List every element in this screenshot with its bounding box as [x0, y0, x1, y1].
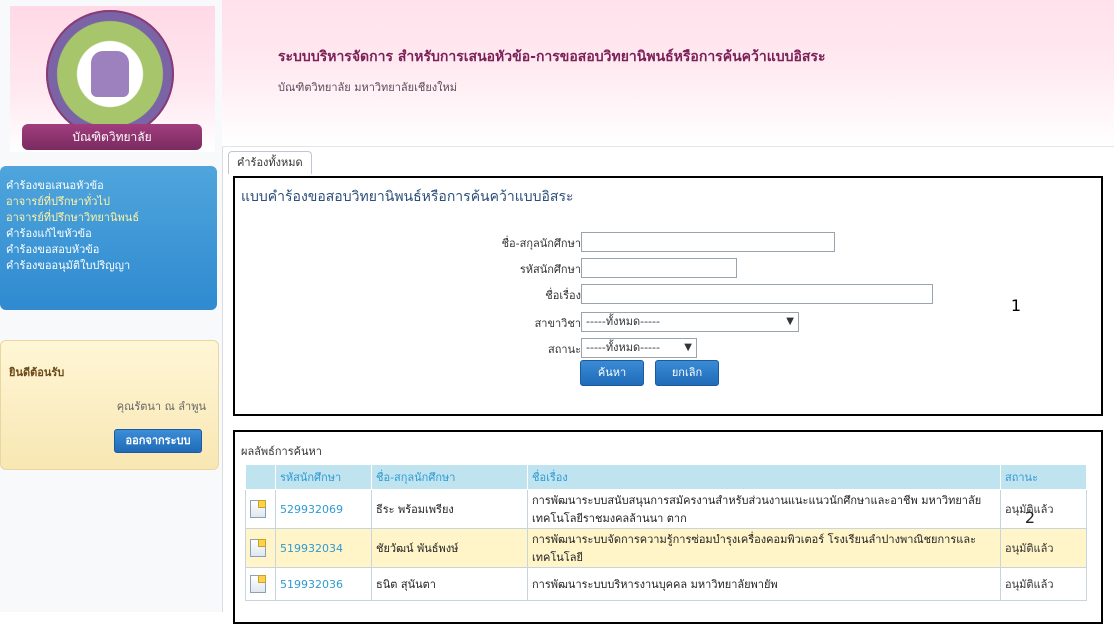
university-logo-icon — [46, 10, 174, 138]
results-title: ผลลัพธ์การค้นหา — [241, 445, 322, 458]
results-table: รหัสนักศึกษา ชื่อ-สกุลนักศึกษา ชื่อเรื่อ… — [245, 464, 1087, 601]
elephant-emblem-icon — [91, 51, 129, 97]
status-cell: อนุมัติแล้ว — [1000, 567, 1087, 601]
student-id-cell[interactable]: 519932036 — [275, 567, 372, 601]
page-subtitle: บัณฑิตวิทยาลัย มหาวิทยาลัยเชียงใหม่ — [278, 81, 458, 94]
annotation-1: 1 — [1010, 296, 1021, 315]
welcome-box: ยินดีต้อนรับ คุณรัตนา ณ ลำพูน ออกจากระบบ — [0, 340, 219, 470]
table-row[interactable]: 519932036 ธนิต สุนันตา การพัฒนาระบบบริหา… — [245, 567, 1087, 601]
annotation-2: 2 — [1024, 508, 1035, 527]
sidebar-item-edit-topic[interactable]: คำร้องแก้ไขหัวข้อ — [2, 226, 139, 242]
topic-input[interactable] — [581, 284, 933, 304]
search-panel-title: แบบคำร้องขอสอบวิทยานิพนธ์หรือการค้นคว้าแ… — [241, 189, 574, 205]
sidebar: บัณฑิตวิทยาลัย คำร้องขอเสนอหัวข้อ อาจารย… — [0, 0, 223, 612]
student-name-label: ชื่อ-สกุลนักศึกษา — [501, 237, 581, 250]
major-label: สาขาวิชา — [534, 317, 581, 330]
sidebar-item-exam-topic[interactable]: คำร้องขอสอบหัวข้อ — [2, 242, 139, 258]
chevron-down-icon: ▼ — [786, 316, 794, 327]
icon-col-header — [245, 464, 276, 490]
tab-all-requests[interactable]: คำร้องทั้งหมด — [228, 151, 312, 174]
major-select[interactable]: -----ทั้งหมด----- ▼ — [581, 312, 799, 332]
search-button[interactable]: ค้นหา — [580, 360, 644, 386]
student-name-input[interactable] — [581, 232, 835, 252]
user-name: คุณรัตนา ณ ลำพูน — [116, 400, 206, 413]
search-panel: แบบคำร้องขอสอบวิทยานิพนธ์หรือการค้นคว้าแ… — [233, 176, 1103, 416]
status-cell: อนุมัติแล้ว — [1000, 489, 1087, 529]
logo-area: บัณฑิตวิทยาลัย — [10, 6, 215, 152]
edit-document-icon[interactable] — [250, 575, 266, 593]
sidebar-item-propose-topic[interactable]: คำร้องขอเสนอหัวข้อ — [2, 178, 139, 194]
logout-button[interactable]: ออกจากระบบ — [114, 429, 202, 453]
topic-cell: การพัฒนาระบบสนับสนุนการสมัครงานสำหรับส่ว… — [527, 489, 1001, 529]
student-id-cell[interactable]: 529932069 — [275, 489, 372, 529]
student-name-cell: ธีระ พร้อมเพรียง — [371, 489, 528, 529]
student-name-cell: ธนิต สุนันตา — [371, 567, 528, 601]
sidebar-item-degree-approval[interactable]: คำร้องขออนุมัติใบปริญญา — [2, 258, 139, 274]
major-select-value: -----ทั้งหมด----- — [586, 315, 660, 328]
col-topic: ชื่อเรื่อง — [527, 464, 1001, 490]
student-id-label: รหัสนักศึกษา — [519, 263, 581, 276]
status-label: สถานะ — [548, 343, 581, 356]
logo-ribbon: บัณฑิตวิทยาลัย — [22, 124, 202, 150]
topic-cell: การพัฒนาระบบบริหารงานบุคคล มหาวิทยาลัยพา… — [527, 567, 1001, 601]
page-title: ระบบบริหารจัดการ สำหรับการเสนอหัวข้อ-การ… — [278, 49, 826, 65]
status-select-value: -----ทั้งหมด----- — [586, 341, 660, 354]
edit-document-icon[interactable] — [250, 539, 266, 557]
topic-label: ชื่อเรื่อง — [545, 289, 581, 302]
table-row[interactable]: 519932034 ชัยวัฒน์ พันธ์พงษ์ การพัฒนาระบ… — [245, 528, 1087, 568]
sidebar-item-thesis-advisor[interactable]: อาจารย์ที่ปรึกษาวิทยานิพนธ์ — [2, 210, 139, 226]
col-student-name: ชื่อ-สกุลนักศึกษา — [371, 464, 528, 490]
col-student-id: รหัสนักศึกษา — [275, 464, 372, 490]
chevron-down-icon: ▼ — [684, 342, 692, 353]
sidebar-item-general-advisor[interactable]: อาจารย์ที่ปรึกษาทั่วไป — [2, 194, 139, 210]
results-panel: ผลลัพธ์การค้นหา รหัสนักศึกษา ชื่อ-สกุลนั… — [233, 430, 1103, 624]
col-status: สถานะ — [1000, 464, 1087, 490]
student-id-input[interactable] — [581, 258, 737, 278]
student-id-cell[interactable]: 519932034 — [275, 528, 372, 568]
table-row[interactable]: 529932069 ธีระ พร้อมเพรียง การพัฒนาระบบส… — [245, 489, 1087, 529]
sidebar-menu: คำร้องขอเสนอหัวข้อ อาจารย์ที่ปรึกษาทั่วไ… — [0, 166, 217, 310]
status-cell: อนุมัติแล้ว — [1000, 528, 1087, 568]
cancel-button[interactable]: ยกเลิก — [655, 360, 719, 386]
welcome-title: ยินดีต้อนรับ — [9, 366, 65, 379]
page-header: ระบบบริหารจัดการ สำหรับการเสนอหัวข้อ-การ… — [222, 0, 1114, 147]
student-name-cell: ชัยวัฒน์ พันธ์พงษ์ — [371, 528, 528, 568]
status-select[interactable]: -----ทั้งหมด----- ▼ — [581, 338, 697, 358]
topic-cell: การพัฒนาระบบจัดการความรู้การซ่อมบำรุงเคร… — [527, 528, 1001, 568]
edit-document-icon[interactable] — [250, 500, 266, 518]
